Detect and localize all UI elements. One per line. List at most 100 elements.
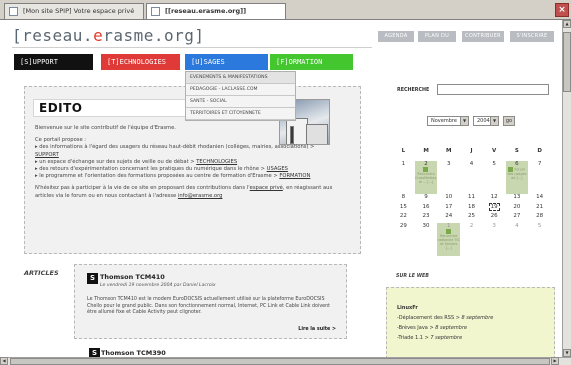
calendar-day-cell[interactable]: 1 (392, 161, 415, 194)
category-usages-button[interactable]: [U]SAGES (185, 54, 268, 70)
calendar-day-cell[interactable]: 2 Rencontre CrossMedias, le ... [...] (414, 161, 438, 194)
calendar-day-cell[interactable]: 9 (415, 194, 438, 204)
calendar-day-cell[interactable]: 19 (483, 202, 506, 214)
technologies-link[interactable]: TECHNOLOGIES (196, 159, 237, 165)
browser-tab-active[interactable]: [[reseau.erasme.org]] (146, 3, 286, 19)
menu-item-health[interactable]: SANTE - SOCIAL (186, 96, 295, 108)
calendar-day-cell[interactable]: 13 (506, 194, 529, 204)
calendar-day-cell[interactable]: 22 (392, 213, 415, 223)
browser-tab[interactable]: [Mon site SPIP] Votre espace privé (4, 3, 144, 19)
calendar-day-number: 3 (447, 161, 451, 167)
calendar-day-number: 7 (537, 161, 542, 167)
menu-item-pedagogy[interactable]: PEDAGOGIE - LACLASSE.COM (186, 84, 295, 96)
calendar-day-number: 4 (469, 161, 474, 167)
scroll-right-icon[interactable]: ▶ (551, 357, 559, 365)
feed-item[interactable]: -Triade 1.1 > 7 septembre (397, 335, 462, 341)
horizontal-scroll-thumb[interactable] (10, 358, 550, 365)
calendar-day-cell[interactable]: 3 (483, 223, 506, 256)
feed-source-title[interactable]: LinuxFr (397, 305, 418, 311)
page-icon (151, 7, 160, 16)
calendar-day-cell[interactable]: 28 (528, 213, 551, 223)
article-title-link[interactable]: Thomson TCM390 (101, 349, 166, 357)
calendar-day-cell[interactable]: 29 (392, 223, 415, 256)
feed-item[interactable]: -Brèves Java > 8 septembre (397, 325, 467, 331)
close-tab-icon[interactable]: × (555, 3, 569, 17)
calendar-day-cell[interactable]: 6 Forum des usages de [...] (505, 161, 529, 194)
category-technologies-button[interactable]: [T]ECHNOLOGIES (101, 54, 180, 70)
calendar-day-cell[interactable]: 5 (528, 223, 551, 256)
nav-register-button[interactable]: S'INSCRIRE (510, 31, 554, 42)
email-link[interactable]: info@erasme.org (178, 193, 223, 199)
private-space-link[interactable]: espace privé (250, 185, 283, 191)
calendar-day-cell[interactable]: 30 (415, 223, 438, 256)
usages-link[interactable]: USAGES (267, 166, 288, 172)
calendar-day-cell[interactable]: 8 (392, 194, 415, 204)
calendar-day-cell[interactable]: 16 (415, 204, 438, 214)
vertical-scroll-thumb[interactable] (563, 32, 571, 92)
nav-agenda-button[interactable]: AGENDA (378, 31, 414, 42)
menu-item-territories[interactable]: TERRITOIRES ET CITOYENNETE (186, 108, 295, 120)
calendar-day-cell[interactable]: 20 (506, 204, 529, 214)
calendar-day-number: 12 (490, 194, 498, 200)
scroll-left-icon[interactable]: ◀ (0, 357, 8, 365)
web-feed-panel: LinuxFr -Déplacement des RSS > 8 septemb… (386, 287, 555, 357)
calendar-day-number: 17 (445, 203, 453, 210)
calendar-day-number: 3 (492, 222, 496, 229)
calendar-day-cell[interactable]: 17 (437, 204, 460, 214)
calendar-event-link[interactable]: Rencontre nationale TIC et Seniors [...] (437, 228, 460, 250)
chevron-down-icon: ▼ (460, 117, 468, 125)
calendar-day-cell[interactable]: 10 (437, 194, 460, 204)
menu-item-events[interactable]: EVENEMENTS & MANIFESTATIONS (186, 72, 295, 84)
calendar-day-number: 8 (401, 194, 406, 200)
category-support-button[interactable]: [S]UPPORT (14, 54, 93, 70)
calendar-day-cell[interactable]: 23 (415, 213, 438, 223)
calendar-day-number: 23 (422, 213, 430, 219)
support-link[interactable]: SUPPORT (35, 152, 59, 158)
calendar-go-button[interactable]: go (503, 116, 515, 126)
calendar-day-cell[interactable]: 4 (460, 161, 483, 194)
category-formation-button[interactable]: [F]ORMATION (270, 54, 353, 70)
nav-contribute-button[interactable]: CONTRIBUER (462, 31, 504, 42)
calendar-day-number: 18 (467, 203, 475, 210)
scroll-up-icon[interactable]: ▲ (563, 20, 571, 28)
vertical-scrollbar[interactable]: ▲ ▼ (562, 20, 571, 357)
calendar-day-cell[interactable]: 4 (506, 223, 529, 256)
year-select[interactable]: 2004 ▼ (473, 116, 499, 126)
calendar-day-cell[interactable]: 2 (460, 223, 483, 256)
calendar-day-cell[interactable]: 11 (460, 194, 483, 204)
calendar-day-cell[interactable]: 7 (528, 161, 551, 194)
calendar-week-row: 8 9 10 11 12 13 14 (392, 194, 551, 204)
calendar-event-link[interactable]: Rencontre CrossMedias, le ... [...] (415, 167, 438, 184)
calendar-day-cell[interactable]: 18 (460, 204, 483, 214)
web-heading: SUR LE WEB (396, 274, 429, 279)
formation-link[interactable]: FORMATION (279, 173, 310, 179)
calendar-day-cell[interactable]: 24 (437, 213, 460, 223)
calendar-event-link[interactable]: Forum des usages de [...] (506, 167, 529, 180)
calendar-day-number: 2 (469, 222, 474, 229)
calendar-week-row: 1 2 Rencontre CrossMedias, le ... [...] 3 4 5… (392, 161, 551, 194)
site-logo[interactable]: [reseau.erasme.org] (12, 26, 205, 45)
calendar-day-cell[interactable]: 3 (437, 161, 460, 194)
weekday-label: S (514, 148, 519, 154)
edito-title: EDITO (39, 101, 83, 115)
calendar-day-cell[interactable]: 21 (528, 204, 551, 214)
calendar-day-number: 5 (537, 222, 542, 229)
article-title-link[interactable]: Thomson TCM410 (100, 273, 165, 281)
feed-item[interactable]: -Déplacement des RSS > 8 septembre (397, 315, 493, 321)
search-input[interactable] (437, 84, 549, 95)
search-label: RECHERCHE (397, 88, 430, 93)
scroll-down-icon[interactable]: ▼ (563, 349, 571, 357)
nav-sitemap-button[interactable]: PLAN DU SITE (418, 31, 456, 50)
calendar-day-cell[interactable]: 25 (460, 213, 483, 223)
calendar-day-cell[interactable]: 1 Rencontre nationale TIC et Seniors [...… (437, 222, 461, 256)
read-more-link[interactable]: Lire la suite > (298, 327, 336, 332)
horizontal-scrollbar[interactable]: ◀ ▶ (0, 357, 571, 365)
month-select[interactable]: Novembre ▼ (427, 116, 469, 126)
calendar-day-number: 14 (536, 194, 544, 200)
calendar-day-cell[interactable]: 14 (528, 194, 551, 204)
calendar-day-cell[interactable]: 15 (392, 204, 415, 214)
calendar-day-number: 5 (492, 161, 496, 167)
calendar-day-cell[interactable]: 26 (483, 213, 506, 223)
calendar-day-cell[interactable]: 27 (506, 213, 529, 223)
calendar-day-cell[interactable]: 5 (483, 161, 506, 194)
